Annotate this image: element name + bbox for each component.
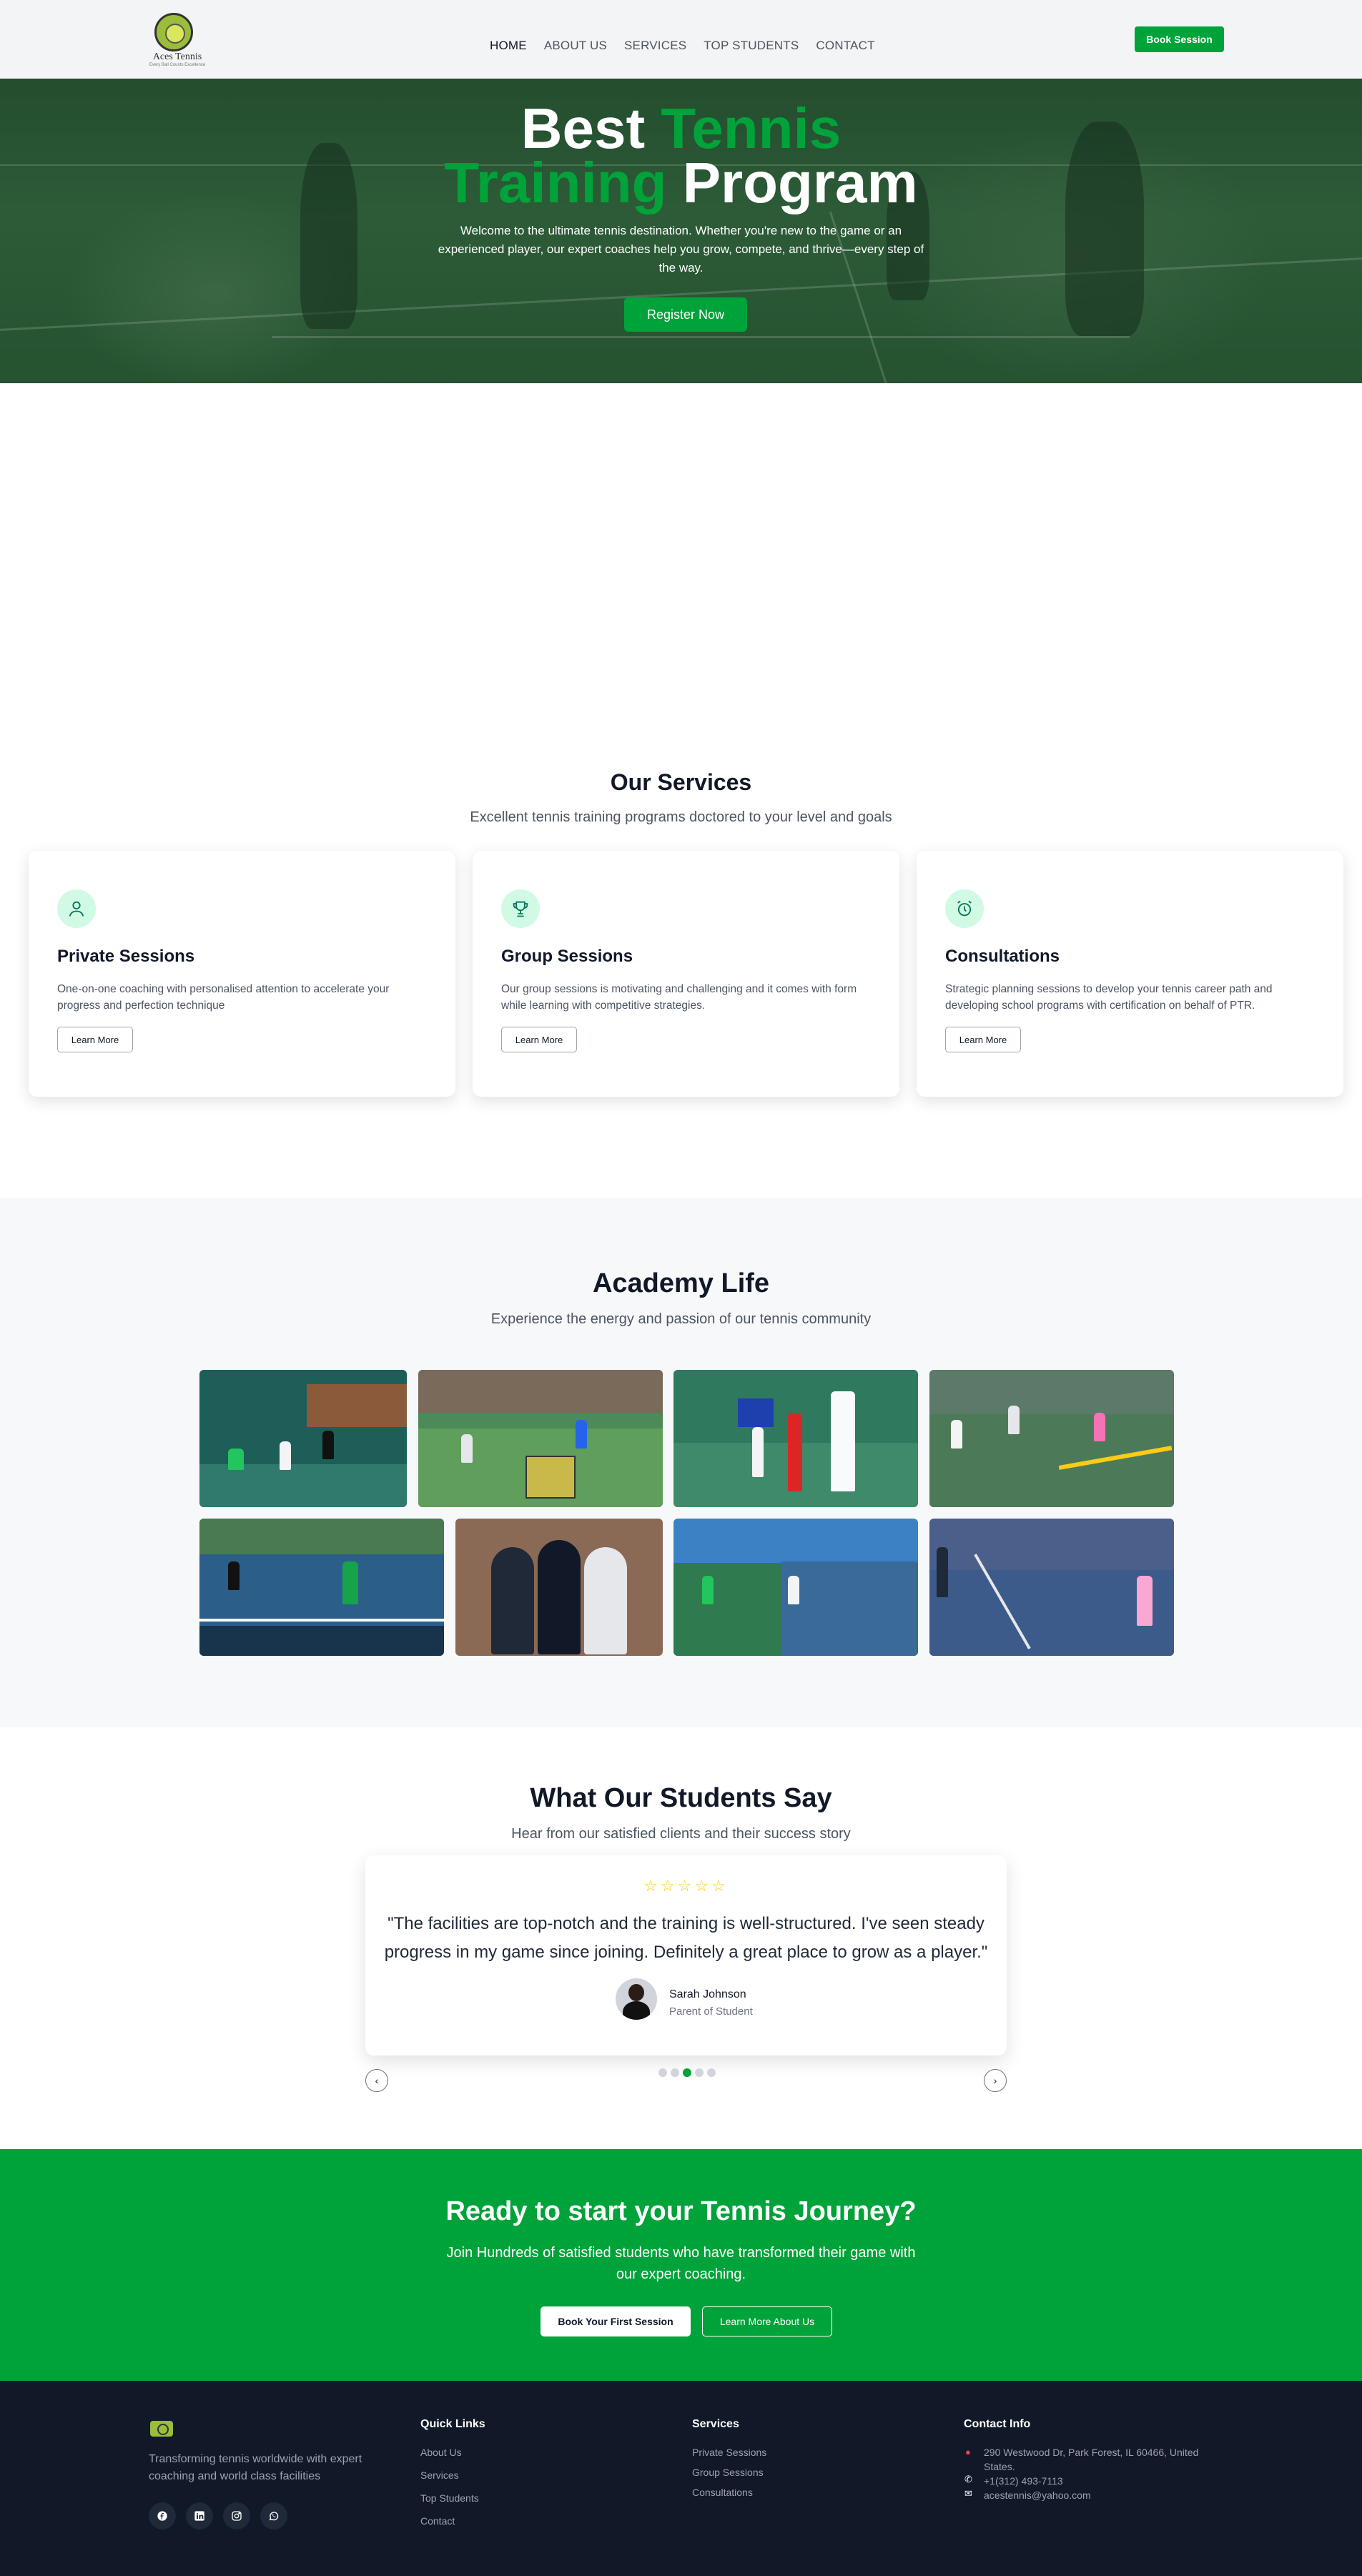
tennis-ball-icon: [154, 13, 193, 51]
brand-logo[interactable]: Aces Tennis Every Ball Counts Excellence: [147, 13, 207, 67]
nav-item-about-us[interactable]: ABOUT US: [544, 39, 607, 53]
nav-item-services[interactable]: SERVICES: [624, 39, 686, 53]
logo-tagline: Every Ball Counts Excellence: [149, 63, 206, 67]
main-menu: HOME ABOUT US SERVICES TOP STUDENTS CONT…: [490, 39, 875, 53]
nav-item-home[interactable]: HOME: [490, 39, 527, 53]
nav-item-top-students[interactable]: TOP STUDENTS: [704, 39, 799, 53]
top-navbar: Aces Tennis Every Ball Counts Excellence…: [0, 0, 1362, 79]
book-session-button[interactable]: Book Session: [1135, 26, 1224, 52]
logo-text: Aces Tennis: [152, 51, 202, 62]
nav-item-contact[interactable]: CONTACT: [816, 39, 874, 53]
